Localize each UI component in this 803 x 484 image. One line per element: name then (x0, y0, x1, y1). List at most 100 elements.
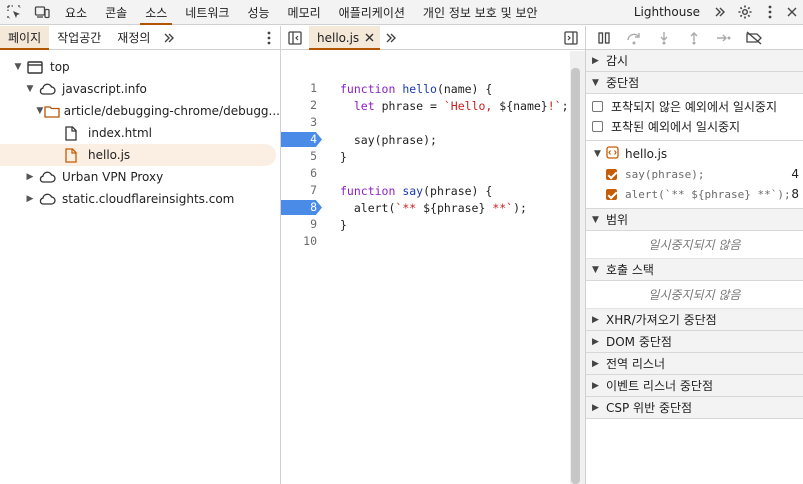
code-line[interactable]: 3 (281, 114, 570, 131)
global-listeners-section-header[interactable]: ▶ 전역 리스너 (586, 353, 803, 375)
step-over-icon[interactable] (620, 27, 648, 49)
close-devtools-icon[interactable] (781, 0, 803, 24)
xhr-breakpoints-section-header[interactable]: ▶ XHR/가져오기 중단점 (586, 309, 803, 331)
code-line[interactable]: 5} (281, 148, 570, 165)
collapsed-triangle-icon: ▶ (592, 380, 599, 391)
tree-item-cloudflare[interactable]: ▶ static.cloudflareinsights.com (0, 188, 280, 210)
expanded-triangle-icon: ▼ (26, 84, 34, 94)
file-icon (60, 125, 82, 141)
code-text: let phrase = `Hello, ${name}!`; (353, 98, 569, 113)
line-number[interactable]: 2 (281, 97, 321, 114)
pause-uncaught-exceptions-option[interactable]: 포착되지 않은 예외에서 일시중지 (586, 96, 803, 116)
pause-caught-checkbox[interactable] (592, 120, 603, 132)
breakpoint-line-number: 8 (791, 187, 799, 201)
folder-icon (44, 105, 60, 118)
tab-lighthouse[interactable]: Lighthouse (625, 0, 709, 24)
line-number[interactable]: 9 (281, 216, 321, 233)
line-number-breakpoint[interactable]: 4 (281, 131, 322, 148)
tree-item-urban-vpn[interactable]: ▶ Urban VPN Proxy (0, 166, 280, 188)
expanded-triangle-icon: ▼ (592, 264, 599, 275)
breakpoint-item[interactable]: alert(`** ${phrase} **`); 8 (586, 184, 803, 204)
event-listener-breakpoints-section-header[interactable]: ▶ 이벤트 리스너 중단점 (586, 375, 803, 397)
tree-label: javascript.info (62, 82, 147, 96)
breakpoint-item[interactable]: say(phrase); 4 (586, 164, 803, 184)
tab-overrides[interactable]: 재정의 (109, 26, 158, 49)
code-line[interactable]: 2 let phrase = `Hello, ${name}!`; (281, 97, 570, 114)
js-file-icon (606, 146, 619, 162)
line-number-breakpoint[interactable]: 8 (281, 199, 322, 216)
pause-uncaught-checkbox[interactable] (592, 100, 603, 112)
line-number[interactable]: 1 (281, 80, 321, 97)
pause-caught-exceptions-option[interactable]: 포착된 예외에서 일시중지 (586, 116, 803, 136)
tree-label: Urban VPN Proxy (62, 170, 164, 184)
line-number[interactable]: 5 (281, 148, 321, 165)
debugger-sidebar: ▶ 감시 ▼ 중단점 포착되지 않은 예외에서 일시중지 포착된 예외에서 일시… (585, 26, 803, 484)
scope-not-paused: 일시중지되지 않음 (586, 231, 803, 259)
tab-workspace[interactable]: 작업공간 (49, 26, 109, 49)
tree-label: article/debugging-chrome/debugg... (63, 104, 280, 118)
breakpoint-checkbox[interactable] (606, 188, 617, 200)
line-number[interactable]: 10 (281, 233, 321, 250)
code-line[interactable]: 10 (281, 233, 570, 250)
close-tab-icon[interactable] (365, 31, 374, 45)
code-line[interactable]: 9} (281, 216, 570, 233)
tab-page[interactable]: 페이지 (0, 26, 50, 50)
device-toolbar-icon[interactable] (28, 0, 56, 24)
more-navigator-tabs-icon[interactable] (158, 26, 180, 49)
tab-network[interactable]: 네트워크 (176, 0, 238, 24)
collapsed-triangle-icon: ▶ (592, 314, 599, 325)
step-into-icon[interactable] (650, 27, 678, 49)
code-line[interactable]: 8 alert(`** ${phrase} **`); (281, 199, 570, 216)
tab-memory[interactable]: 메모리 (279, 0, 330, 24)
code-line[interactable]: 4 say(phrase); (281, 131, 570, 148)
code-area[interactable]: 1 function hello(name) {2 let phrase = `H… (281, 51, 570, 484)
toggle-navigator-icon[interactable] (281, 26, 309, 49)
kebab-menu-icon[interactable] (759, 0, 781, 24)
tree-item-folder[interactable]: ▼ article/debugging-chrome/debugg... (0, 100, 280, 122)
line-number[interactable]: 3 (281, 114, 321, 131)
tab-performance[interactable]: 성능 (238, 0, 278, 24)
collapsed-triangle-icon: ▶ (26, 172, 34, 182)
inspect-element-icon[interactable] (0, 0, 28, 24)
settings-gear-icon[interactable] (731, 0, 759, 24)
tree-item-origin[interactable]: ▼ javascript.info (0, 78, 280, 100)
step-icon[interactable] (710, 27, 738, 49)
tab-elements[interactable]: 요소 (56, 0, 96, 24)
expanded-triangle-icon: ▼ (592, 214, 599, 225)
tab-application[interactable]: 애플리케이션 (330, 0, 414, 24)
tab-privacy-security[interactable]: 개인 정보 보호 및 보안 (414, 0, 547, 24)
breakpoints-section-header[interactable]: ▼ 중단점 (586, 72, 803, 94)
section-title: 전역 리스너 (606, 357, 666, 371)
section-title: XHR/가져오기 중단점 (606, 313, 717, 327)
tree-item-hello-js[interactable]: hello.js (0, 144, 276, 166)
call-stack-section-header[interactable]: ▼ 호출 스택 (586, 259, 803, 281)
csp-violation-breakpoints-section-header[interactable]: ▶ CSP 위반 중단점 (586, 397, 803, 419)
dom-breakpoints-section-header[interactable]: ▶ DOM 중단점 (586, 331, 803, 353)
more-editor-tabs-icon[interactable] (380, 26, 402, 49)
breakpoint-checkbox[interactable] (606, 168, 617, 180)
editor-scrollbar-thumb[interactable] (571, 68, 580, 484)
scope-section-header[interactable]: ▼ 범위 (586, 209, 803, 231)
tree-item-top[interactable]: ▼ top (0, 56, 280, 78)
tab-sources[interactable]: 소스 (136, 0, 176, 25)
code-line[interactable]: 1 function hello(name) { (281, 80, 570, 97)
more-tabs-chevron-icon[interactable] (709, 0, 731, 24)
navigator-menu-icon[interactable] (258, 26, 280, 49)
pause-icon[interactable] (590, 27, 618, 49)
line-number[interactable]: 7 (281, 182, 321, 199)
breakpoint-code: alert(`** ${phrase} **`); (625, 187, 791, 201)
code-line[interactable]: 7 function say(phrase) { (281, 182, 570, 199)
line-number[interactable]: 6 (281, 165, 321, 182)
editor-tab-hello-js[interactable]: hello.js (309, 26, 381, 50)
expanded-triangle-icon: ▼ (592, 77, 599, 88)
step-out-icon[interactable] (680, 27, 708, 49)
toggle-debugger-icon[interactable] (557, 26, 585, 49)
section-title: CSP 위반 중단점 (606, 401, 693, 415)
tab-console[interactable]: 콘솔 (96, 0, 136, 24)
section-title: DOM 중단점 (606, 335, 672, 349)
tree-item-index-html[interactable]: index.html (0, 122, 280, 144)
watch-section-header[interactable]: ▶ 감시 (586, 50, 803, 72)
code-line[interactable]: 6 (281, 165, 570, 182)
breakpoint-file-group[interactable]: ▼ hello.js (586, 144, 803, 164)
deactivate-breakpoints-icon[interactable] (740, 27, 768, 49)
